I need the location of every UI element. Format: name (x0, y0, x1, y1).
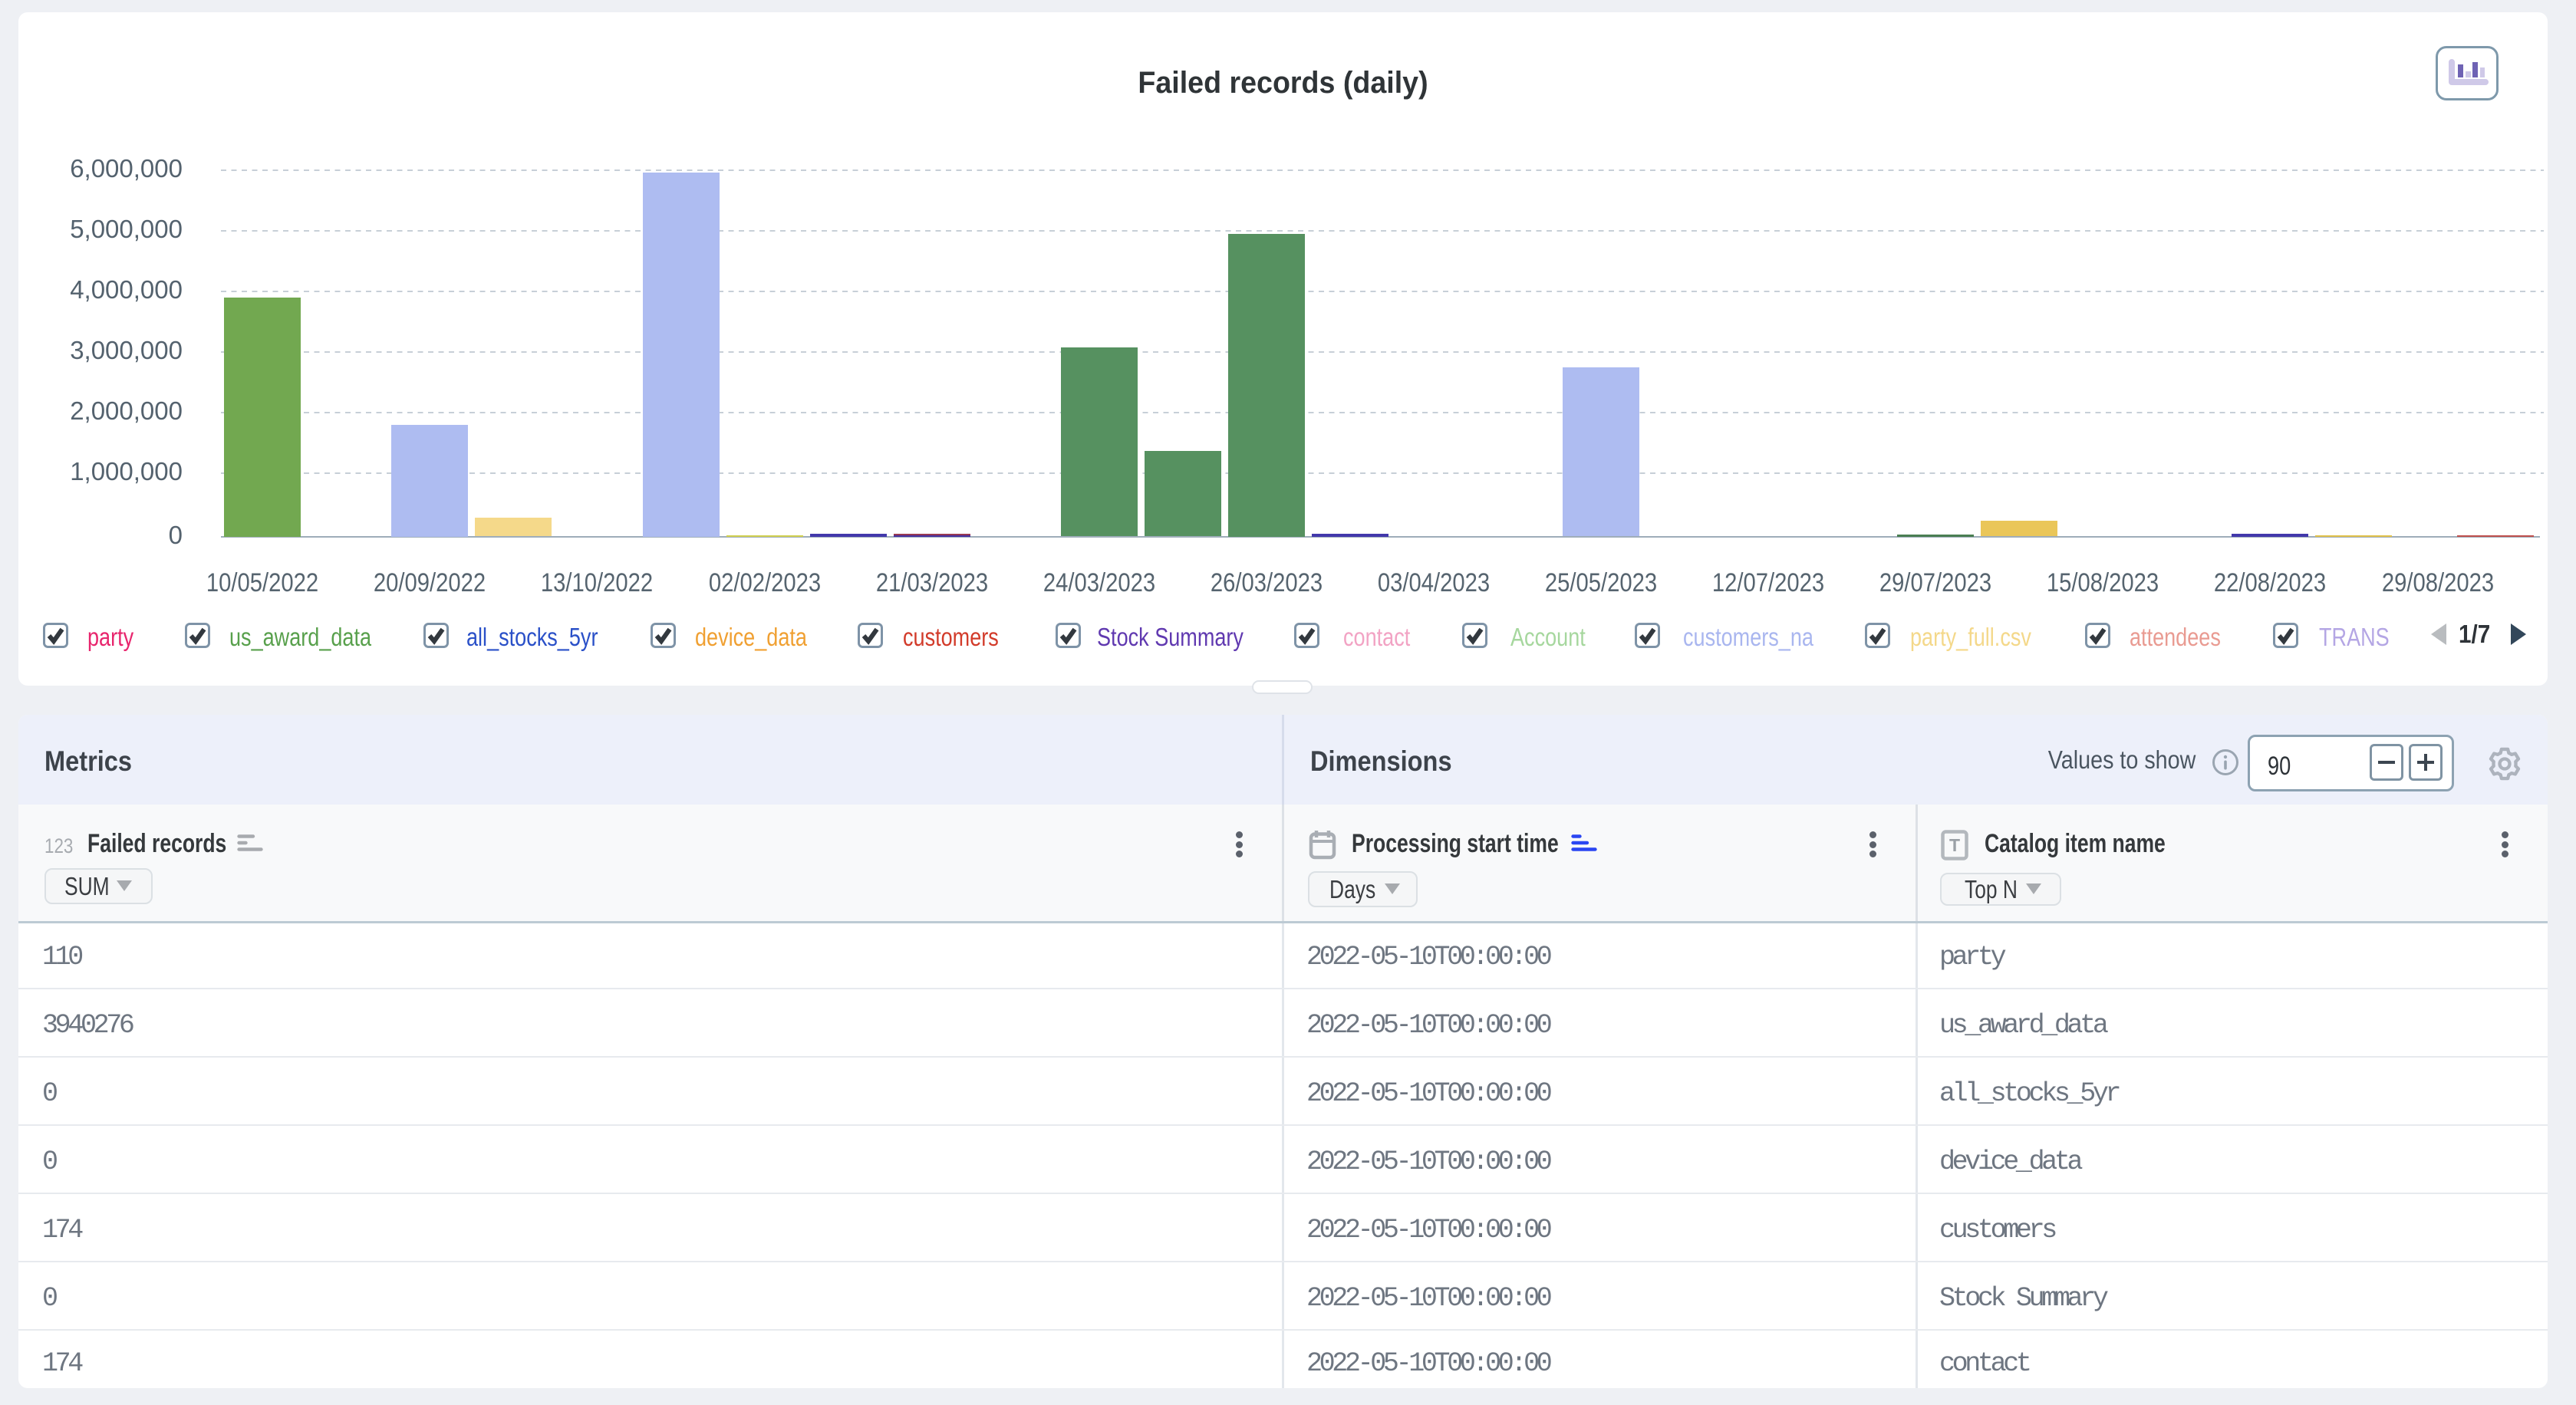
svg-text:T: T (1949, 835, 1960, 855)
